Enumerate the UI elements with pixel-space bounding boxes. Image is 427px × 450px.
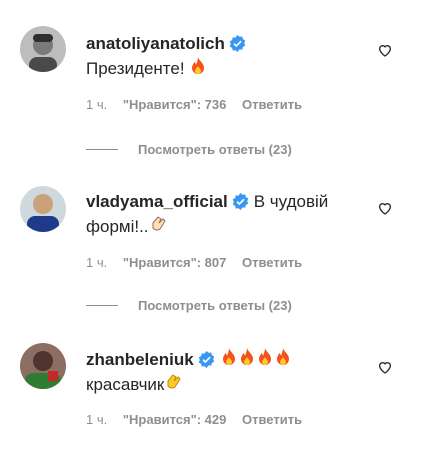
comment-username[interactable]: anatoliyanatolich: [86, 34, 225, 53]
fire-emoji: [256, 347, 274, 367]
comment-body: zhanbeleniuk красавчик: [86, 347, 377, 397]
avatar[interactable]: [20, 343, 66, 389]
comment-time: 1 ч.: [86, 255, 108, 270]
like-heart-icon[interactable]: [377, 42, 393, 58]
comment-time: 1 ч.: [86, 412, 108, 427]
comment-text: Президенте!: [86, 59, 185, 78]
like-heart-icon[interactable]: [377, 359, 393, 375]
comment-username[interactable]: vladyama_official: [86, 192, 228, 211]
comment-likes[interactable]: "Нравится": 429: [123, 412, 227, 427]
avatar[interactable]: [20, 26, 66, 72]
replies-divider: [86, 149, 118, 150]
verified-badge-icon: [229, 35, 246, 52]
verified-badge-icon: [232, 193, 249, 210]
fire-emoji: [220, 347, 238, 367]
comment-text-line2: формі!..: [86, 217, 149, 236]
comment-meta: 1 ч. "Нравится": 429 Ответить: [86, 412, 314, 428]
replies-divider: [86, 305, 118, 306]
verified-badge-icon: [198, 351, 215, 368]
like-heart-icon[interactable]: [377, 200, 393, 216]
comment-time: 1 ч.: [86, 97, 108, 112]
reply-button[interactable]: Ответить: [242, 412, 302, 427]
comment-likes[interactable]: "Нравится": 736: [123, 97, 227, 112]
fire-emoji: [274, 347, 292, 367]
clapping-hands-emoji: [149, 214, 167, 234]
comment-likes[interactable]: "Нравится": 807: [123, 255, 227, 270]
comment-username[interactable]: zhanbeleniuk: [86, 350, 194, 369]
view-replies-button[interactable]: Посмотреть ответы (23): [86, 298, 292, 314]
view-replies-label: Посмотреть ответы (23): [138, 298, 292, 313]
comment-body: vladyama_official В чудовій формі!..: [86, 190, 377, 239]
view-replies-label: Посмотреть ответы (23): [138, 142, 292, 157]
clapping-hands-emoji: [164, 372, 182, 392]
comment-text-line1: В чудовій: [253, 192, 329, 211]
view-replies-button[interactable]: Посмотреть ответы (23): [86, 142, 292, 158]
fire-emoji: [189, 56, 207, 76]
comment-text: красавчик: [86, 375, 165, 394]
avatar[interactable]: [20, 186, 66, 232]
comment-meta: 1 ч. "Нравится": 736 Ответить: [86, 97, 314, 113]
comment-meta: 1 ч. "Нравится": 807 Ответить: [86, 255, 314, 271]
comment-body: anatoliyanatolich Президенте!: [86, 32, 377, 81]
reply-button[interactable]: Ответить: [242, 97, 302, 112]
reply-button[interactable]: Ответить: [242, 255, 302, 270]
fire-emoji: [238, 347, 256, 367]
